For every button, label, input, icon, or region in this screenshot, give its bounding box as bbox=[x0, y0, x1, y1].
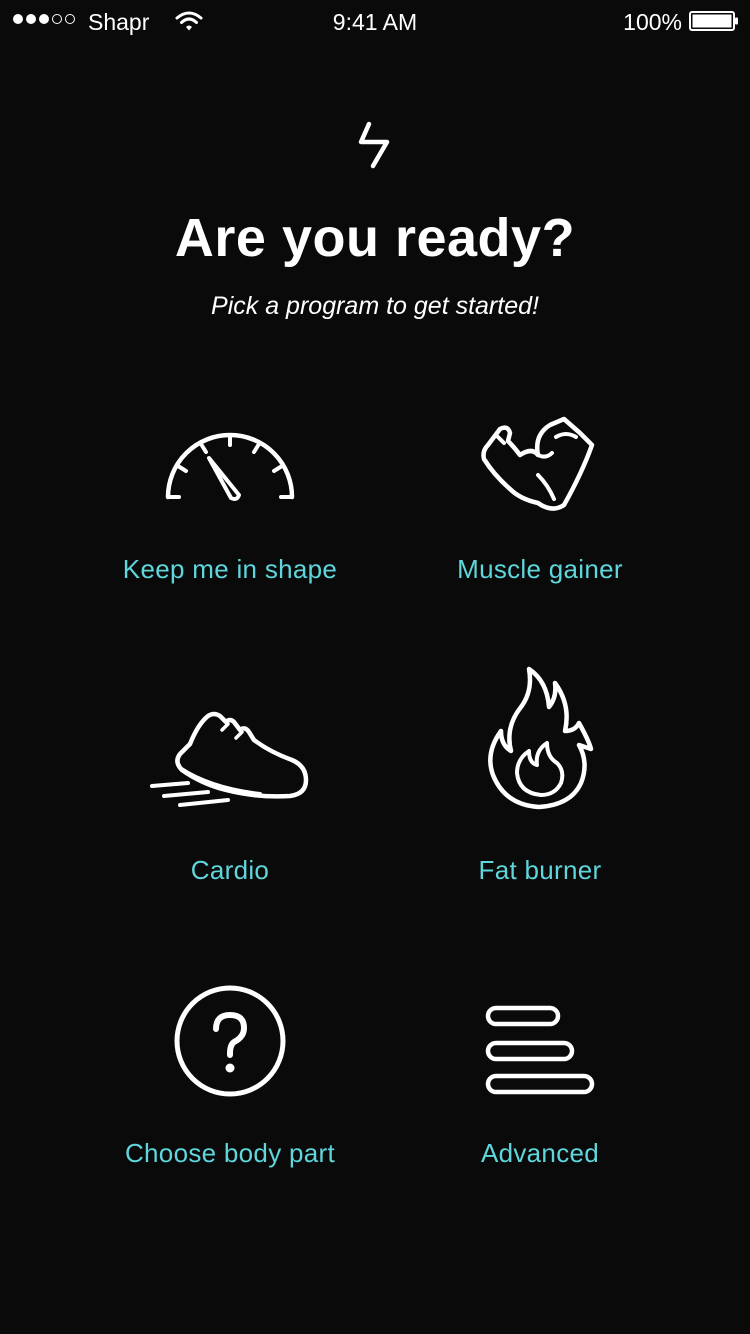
flame-icon bbox=[488, 666, 594, 810]
program-label: Muscle gainer bbox=[457, 554, 623, 584]
battery-icon bbox=[689, 11, 738, 31]
running-shoe-icon bbox=[150, 711, 309, 807]
program-label: Choose body part bbox=[124, 1138, 336, 1168]
program-label: Advanced bbox=[480, 1138, 600, 1168]
program-cardio[interactable]: Cardio bbox=[70, 700, 390, 920]
program-choose-body-part[interactable]: Choose body part bbox=[70, 985, 390, 1205]
page-title: Are you ready? bbox=[174, 208, 576, 268]
program-muscle-gainer[interactable]: Muscle gainer bbox=[380, 410, 700, 630]
program-label: Fat burner bbox=[478, 855, 602, 885]
battery-percentage: 100% bbox=[623, 9, 682, 35]
status-bar: Shapr 9:41 AM 100% bbox=[0, 0, 750, 40]
speedometer-icon bbox=[165, 432, 295, 501]
program-keep-me-in-shape[interactable]: Keep me in shape bbox=[70, 410, 390, 630]
program-advanced[interactable]: Advanced bbox=[380, 985, 700, 1205]
program-label: Cardio bbox=[190, 855, 270, 885]
flexed-arm-icon bbox=[481, 416, 595, 511]
page-subtitle: Pick a program to get started! bbox=[211, 292, 539, 320]
stacked-bars-icon bbox=[485, 1005, 595, 1095]
question-circle-icon bbox=[174, 985, 286, 1097]
lightning-bolt-icon bbox=[358, 121, 390, 169]
program-fat-burner[interactable]: Fat burner bbox=[380, 665, 700, 885]
program-label: Keep me in shape bbox=[122, 554, 338, 584]
